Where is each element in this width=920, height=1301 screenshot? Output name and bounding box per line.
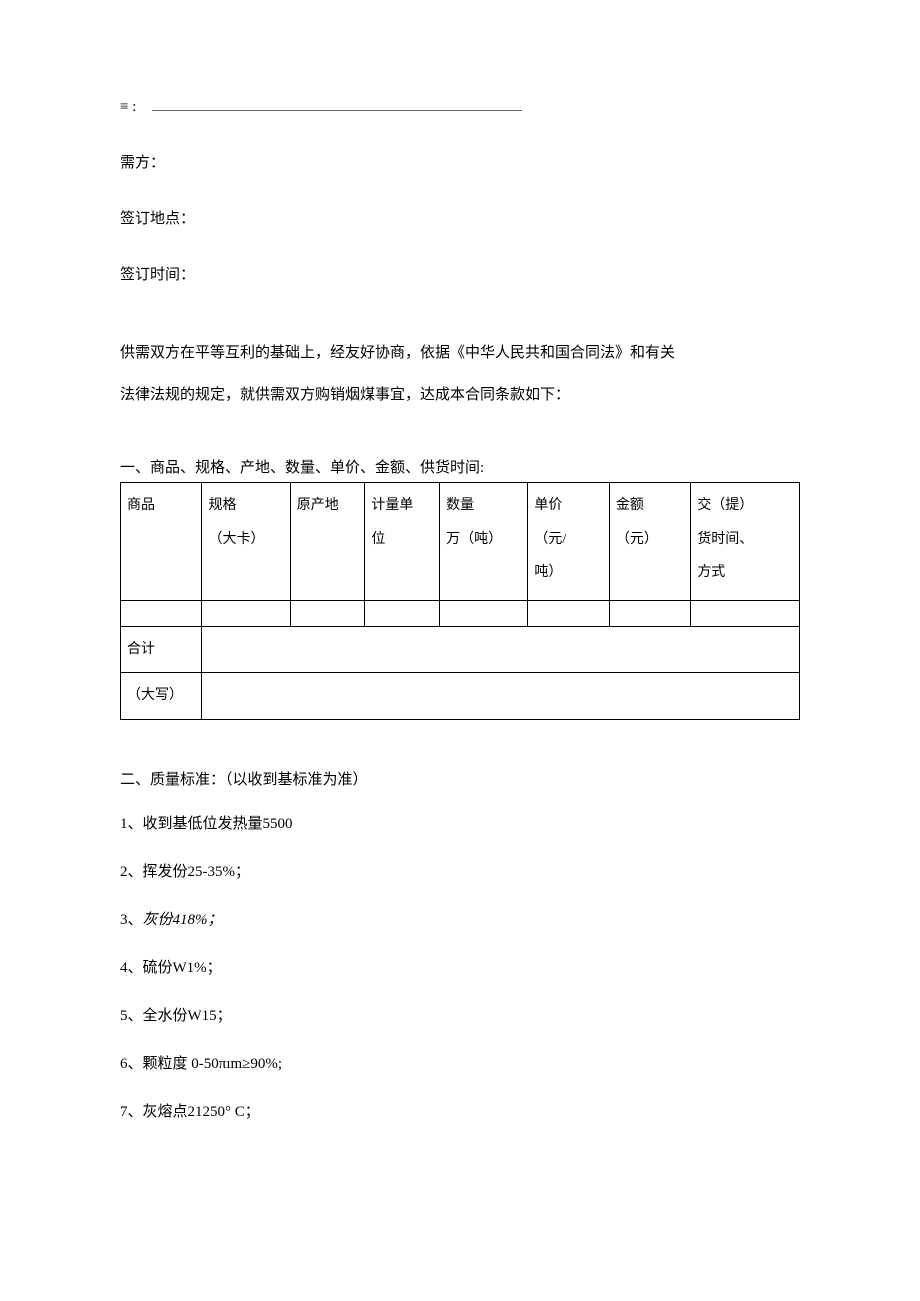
cell-unit xyxy=(365,600,440,626)
section-2-title: 二、质量标准：（以收到基标准为准） xyxy=(120,768,800,792)
cell-product xyxy=(121,600,202,626)
standard-item-2: 2、挥发份25-35%； xyxy=(120,860,800,884)
col-product: 商品 xyxy=(121,483,202,601)
sign-place-label: 签订地点： xyxy=(120,211,195,227)
cell-delivery xyxy=(691,600,800,626)
cell-price xyxy=(528,600,609,626)
table-caps-row: （大写） xyxy=(121,673,800,720)
standard-item-1: 1、收到基低位发热量5500 xyxy=(120,812,800,836)
total-value-cell xyxy=(202,626,800,673)
table-data-row xyxy=(121,600,800,626)
standard-item-5: 5、全水份W15； xyxy=(120,1004,800,1028)
buyer-field: 需方： xyxy=(120,151,800,175)
sign-place-field: 签订地点： xyxy=(120,207,800,231)
standard-item-4: 4、硫份W1%； xyxy=(120,956,800,980)
cell-spec xyxy=(202,600,290,626)
section-1-title: 一、商品、规格、产地、数量、单价、金额、供货时间: xyxy=(120,456,800,480)
col-amount: 金额 （元） xyxy=(609,483,690,601)
supplier-label: ≡ : xyxy=(120,99,136,115)
caps-value-cell xyxy=(202,673,800,720)
cell-amount xyxy=(609,600,690,626)
standard-item-7: 7、灰熔点21250° C； xyxy=(120,1100,800,1124)
cell-qty xyxy=(440,600,528,626)
supplier-field: ≡ : xyxy=(120,95,800,119)
intro-line-2: 法律法规的规定，就供需双方购销烟煤事宜，达成本合同条款如下： xyxy=(120,374,800,416)
col-origin: 原产地 xyxy=(290,483,365,601)
standard-item-6: 6、颗粒度 0-50πım≥90%; xyxy=(120,1052,800,1076)
col-unit: 计量单 位 xyxy=(365,483,440,601)
cell-origin xyxy=(290,600,365,626)
intro-paragraph: 供需双方在平等互利的基础上，经友好协商，依据《中华人民共和国合同法》和有关 法律… xyxy=(120,332,800,416)
sign-time-field: 签订时间： xyxy=(120,263,800,287)
goods-table: 商品 规格 （大卡） 原产地 计量单 位 数量 万（吨） 单价 （元/ 吨） 金… xyxy=(120,482,800,720)
standard-3-italic: 灰份418%； xyxy=(143,912,223,928)
caps-label-cell: （大写） xyxy=(121,673,202,720)
col-qty: 数量 万（吨） xyxy=(440,483,528,601)
buyer-label: 需方： xyxy=(120,155,165,171)
intro-line-1: 供需双方在平等互利的基础上，经友好协商，依据《中华人民共和国合同法》和有关 xyxy=(120,332,800,374)
sign-time-label: 签订时间： xyxy=(120,267,195,283)
total-label-cell: 合计 xyxy=(121,626,202,673)
standard-item-3: 3、灰份418%； xyxy=(120,908,800,932)
col-spec: 规格 （大卡） xyxy=(202,483,290,601)
supplier-underline xyxy=(152,110,522,111)
col-price: 单价 （元/ 吨） xyxy=(528,483,609,601)
table-total-row: 合计 xyxy=(121,626,800,673)
standard-3-prefix: 3、 xyxy=(120,912,143,928)
col-delivery: 交（提） 货时间、 方式 xyxy=(691,483,800,601)
table-header-row: 商品 规格 （大卡） 原产地 计量单 位 数量 万（吨） 单价 （元/ 吨） 金… xyxy=(121,483,800,601)
